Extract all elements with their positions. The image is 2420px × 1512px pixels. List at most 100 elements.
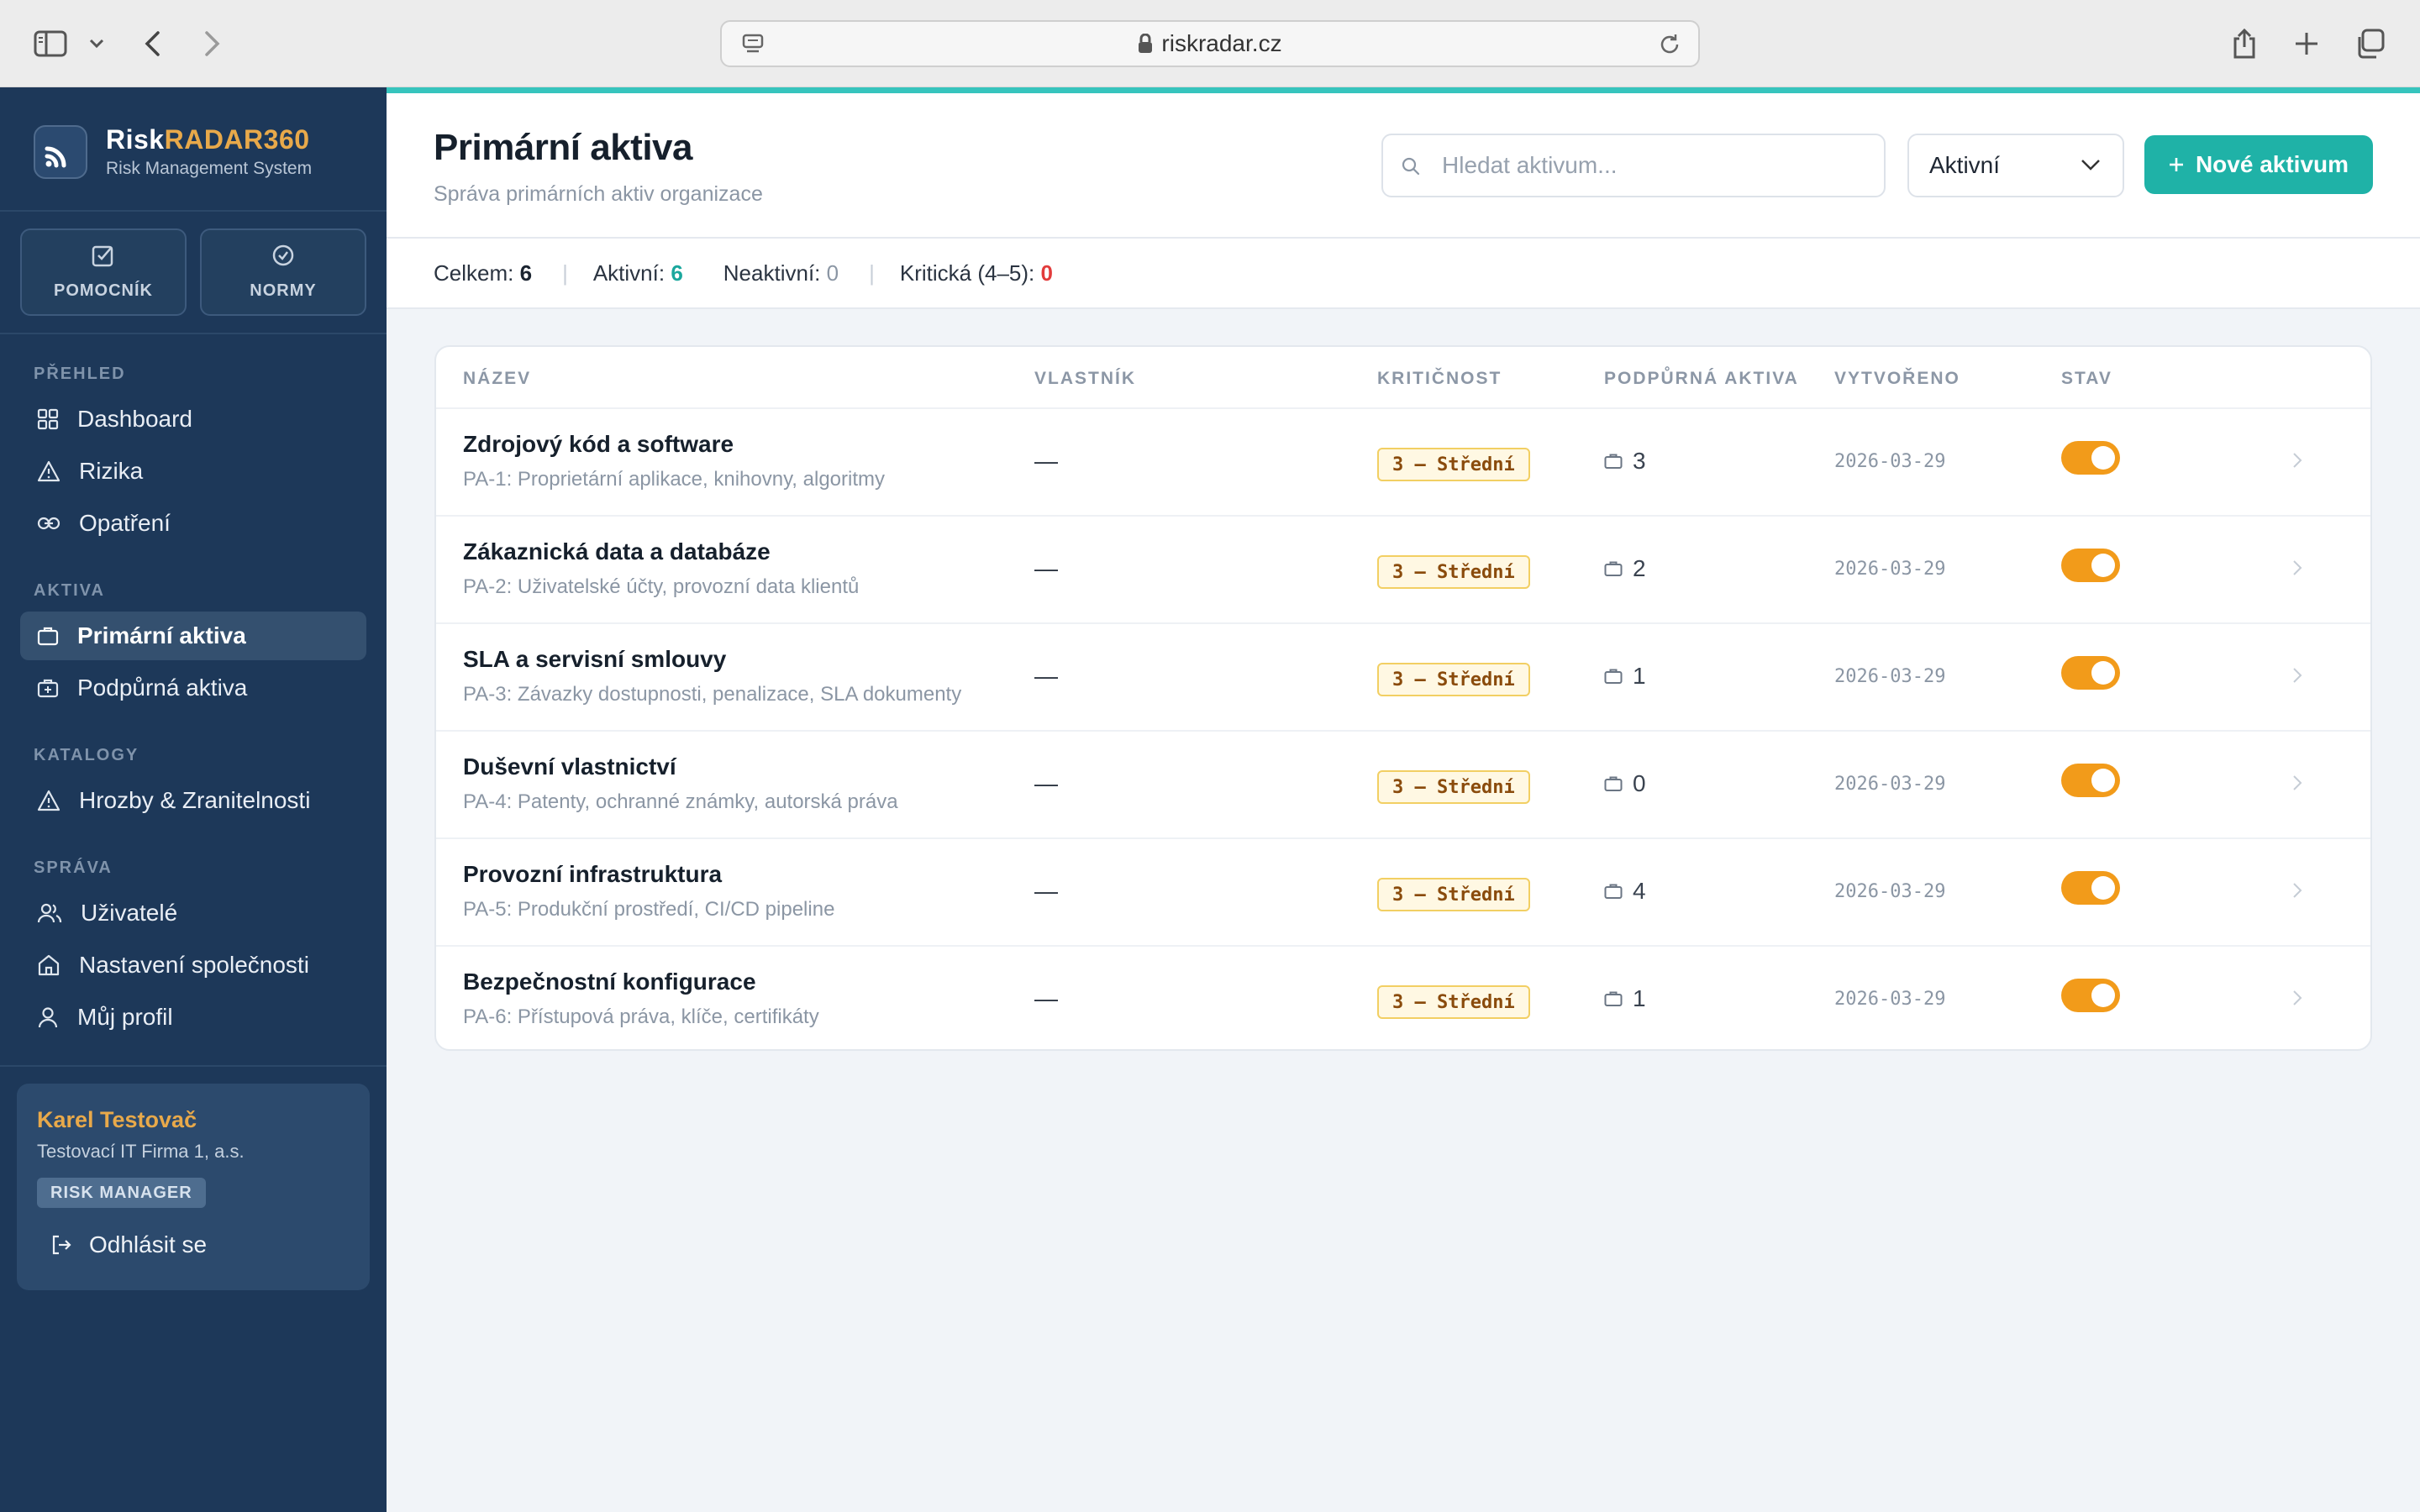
sidebar-item-measures[interactable]: Opatření — [20, 499, 366, 548]
status-toggle[interactable] — [2061, 764, 2120, 797]
asset-name: Zdrojový kód a software — [463, 431, 734, 457]
chevron-down-icon[interactable] — [89, 39, 104, 49]
column-header-support-assets[interactable]: PODPŮRNÁ AKTIVA — [1604, 369, 1799, 389]
status-filter-select[interactable]: Aktivní — [1907, 134, 2124, 197]
stat-inactive: Neaktivní: 0 — [723, 260, 839, 286]
section-title-admin: SPRÁVA — [34, 858, 113, 877]
asset-name: Duševní vlastnictví — [463, 753, 676, 780]
criticality-badge: 3 – Střední — [1377, 555, 1530, 589]
briefcase-icon — [1604, 454, 1623, 469]
sidebar-item-label: Rizika — [79, 458, 144, 484]
divider — [0, 333, 387, 334]
chevron-right-icon[interactable] — [2291, 666, 2303, 685]
role-badge: RISK MANAGER — [37, 1178, 206, 1208]
norms-button[interactable]: NORMY — [200, 228, 366, 316]
sidebar-item-users[interactable]: Uživatelé — [20, 889, 366, 937]
status-toggle[interactable] — [2061, 979, 2120, 1012]
asset-description: PA-1: Proprietární aplikace, knihovny, a… — [463, 468, 885, 491]
sidebar: RiskRADAR360 Risk Management System POMO… — [0, 87, 387, 1512]
sidebar-item-threats[interactable]: Hrozby & Zranitelnosti — [20, 776, 366, 825]
stat-total: Celkem: 6 — [434, 260, 533, 286]
sidebar-item-dashboard[interactable]: Dashboard — [20, 395, 366, 444]
search-icon — [1402, 157, 1420, 176]
table-row[interactable]: SLA a servisní smlouvy PA-3: Závazky dos… — [436, 624, 2370, 732]
forward-icon[interactable] — [203, 30, 222, 57]
status-toggle[interactable] — [2061, 441, 2120, 475]
asset-name: Bezpečnostní konfigurace — [463, 969, 756, 995]
status-toggle[interactable] — [2061, 549, 2120, 582]
sidebar-item-label: Podpůrná aktiva — [77, 675, 248, 701]
reload-icon[interactable] — [1658, 33, 1681, 56]
asset-owner: — — [1034, 555, 1058, 581]
lock-icon — [1138, 34, 1153, 54]
stats-bar: Celkem: 6 | Aktivní: 6 Neaktivní: 0 | Kr… — [387, 239, 2420, 309]
chevron-down-icon — [2081, 160, 2100, 171]
sidebar-item-company-settings[interactable]: Nastavení společnosti — [20, 941, 366, 990]
status-toggle[interactable] — [2061, 656, 2120, 690]
asset-owner: — — [1034, 878, 1058, 904]
page-title: Primární aktiva — [434, 127, 693, 168]
column-header-name[interactable]: NÁZEV — [463, 369, 531, 389]
sidebar-item-primary-assets[interactable]: Primární aktiva — [20, 612, 366, 660]
created-date: 2026-03-29 — [1834, 666, 1946, 687]
support-assets-count: 2 — [1604, 555, 1646, 582]
asset-description: PA-4: Patenty, ochranné známky, autorská… — [463, 790, 898, 813]
table-row[interactable]: Zdrojový kód a software PA-1: Proprietár… — [436, 409, 2370, 517]
status-toggle[interactable] — [2061, 871, 2120, 905]
logout-button[interactable]: Odhlásit se — [50, 1231, 207, 1258]
sidebar-item-label: Hrozby & Zranitelnosti — [79, 787, 311, 813]
sidebar-item-label: Nastavení společnosti — [79, 952, 309, 978]
chevron-right-icon[interactable] — [2291, 451, 2303, 470]
table-row[interactable]: Bezpečnostní konfigurace PA-6: Přístupov… — [436, 947, 2370, 1049]
radar-logo-icon — [34, 124, 87, 179]
created-date: 2026-03-29 — [1834, 559, 1946, 580]
user-icon — [38, 1007, 58, 1028]
created-date: 2026-03-29 — [1834, 451, 1946, 472]
chevron-right-icon[interactable] — [2291, 989, 2303, 1007]
back-icon[interactable] — [143, 30, 161, 57]
chevron-right-icon[interactable] — [2291, 881, 2303, 900]
column-header-status[interactable]: STAV — [2061, 369, 2112, 389]
column-header-owner[interactable]: VLASTNÍK — [1034, 369, 1136, 389]
new-asset-button[interactable]: Nové aktivum — [2144, 135, 2373, 194]
divider — [0, 1065, 387, 1067]
support-assets-count: 3 — [1604, 448, 1646, 475]
created-date: 2026-03-29 — [1834, 774, 1946, 795]
users-icon — [37, 903, 62, 923]
search-input[interactable] — [1442, 135, 1862, 196]
table-row[interactable]: Duševní vlastnictví PA-4: Patenty, ochra… — [436, 732, 2370, 839]
asset-description: PA-2: Uživatelské účty, provozní data kl… — [463, 575, 860, 598]
table-row[interactable]: Provozní infrastruktura PA-5: Produkční … — [436, 839, 2370, 947]
share-icon[interactable] — [2232, 29, 2257, 59]
new-tab-icon[interactable] — [2294, 31, 2319, 56]
brand[interactable]: RiskRADAR360 Risk Management System — [34, 124, 312, 179]
section-title-overview: PŘEHLED — [34, 365, 126, 383]
address-bar[interactable]: riskradar.cz — [720, 20, 1700, 67]
criticality-badge: 3 – Střední — [1377, 878, 1530, 911]
asset-description: PA-3: Závazky dostupnosti, penalizace, S… — [463, 683, 962, 706]
criticality-badge: 3 – Střední — [1377, 770, 1530, 804]
sidebar-item-label: Opatření — [79, 510, 171, 536]
sidebar-item-my-profile[interactable]: Můj profil — [20, 993, 366, 1042]
sidebar-item-label: Můj profil — [77, 1004, 173, 1030]
chevron-right-icon[interactable] — [2291, 559, 2303, 577]
sidebar-item-support-assets[interactable]: Podpůrná aktiva — [20, 664, 366, 712]
user-card: Karel Testovač Testovací IT Firma 1, a.s… — [17, 1084, 370, 1290]
briefcase-icon — [1604, 776, 1623, 791]
sidebar-item-risks[interactable]: Rizika — [20, 447, 366, 496]
column-header-criticality[interactable]: KRITIČNOST — [1377, 369, 1502, 389]
link-icon — [37, 517, 60, 530]
assistant-button[interactable]: POMOCNÍK — [20, 228, 187, 316]
briefcase-icon — [1604, 669, 1623, 684]
browser-toolbar: riskradar.cz — [0, 0, 2420, 87]
criticality-badge: 3 – Střední — [1377, 448, 1530, 481]
url-text: riskradar.cz — [1161, 30, 1282, 56]
table-row[interactable]: Zákaznická data a databáze PA-2: Uživate… — [436, 517, 2370, 624]
search-box[interactable] — [1381, 134, 1886, 197]
briefcase-icon — [37, 627, 59, 646]
sidebar-toggle-icon[interactable] — [34, 30, 67, 57]
chevron-right-icon[interactable] — [2291, 774, 2303, 792]
tab-overview-icon[interactable] — [2354, 29, 2385, 59]
column-header-created[interactable]: VYTVOŘENO — [1834, 369, 1960, 389]
asset-owner: — — [1034, 985, 1058, 1011]
